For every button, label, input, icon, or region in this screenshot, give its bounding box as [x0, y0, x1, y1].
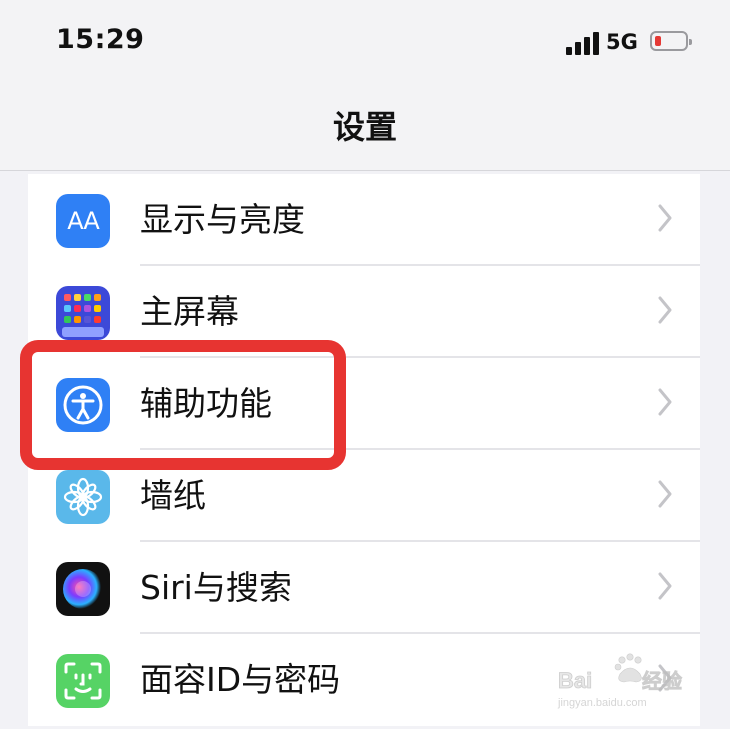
signal-icon — [566, 31, 600, 55]
settings-item-label: 墙纸 — [140, 476, 206, 515]
settings-item-label: 主屏幕 — [140, 292, 239, 331]
settings-item-label: 面容ID与密码 — [140, 660, 341, 699]
navigation-bar: 设置 — [0, 90, 730, 171]
wallpaper-icon — [56, 470, 110, 524]
highlight-box — [20, 340, 346, 470]
settings-item-label: 显示与亮度 — [140, 200, 305, 239]
settings-item-siri[interactable]: Siri与搜索 — [28, 542, 700, 634]
display-brightness-icon: AA — [56, 194, 110, 248]
settings-item-display[interactable]: AA 显示与亮度 — [28, 174, 700, 266]
siri-icon — [56, 562, 110, 616]
svg-text:jingyan.baidu.com: jingyan.baidu.com — [557, 697, 647, 709]
home-screen-icon — [56, 286, 110, 340]
chevron-right-icon — [658, 204, 672, 232]
chevron-right-icon — [658, 572, 672, 600]
chevron-right-icon — [658, 296, 672, 324]
status-time: 15:29 — [56, 24, 145, 55]
page-title: 设置 — [332, 108, 397, 146]
svg-text:经验: 经验 — [642, 669, 682, 693]
svg-text:Bai: Bai — [558, 668, 592, 693]
face-id-icon — [56, 654, 110, 708]
battery-icon — [650, 31, 692, 51]
network-type: 5G — [606, 30, 638, 54]
status-bar: 15:29 5G — [0, 0, 730, 90]
settings-item-label: Siri与搜索 — [140, 568, 292, 607]
baidu-watermark-logo: Bai 经验 jingyan.baidu.com — [557, 653, 682, 709]
chevron-right-icon — [658, 480, 672, 508]
chevron-right-icon — [658, 388, 672, 416]
